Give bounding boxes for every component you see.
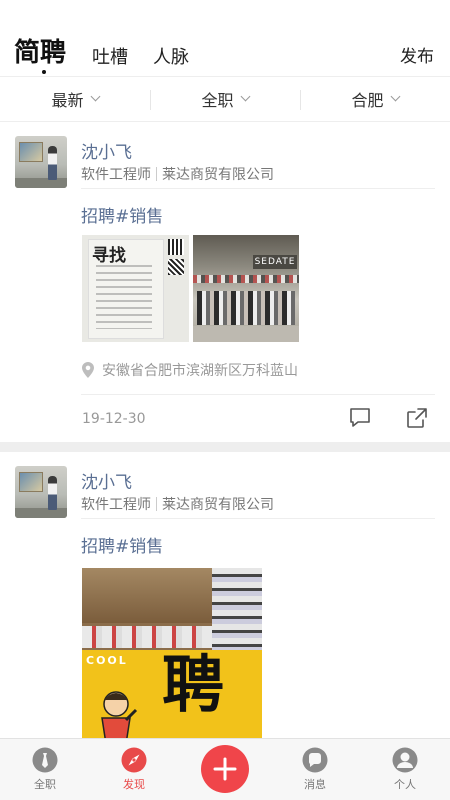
filter-city[interactable]: 合肥	[300, 77, 450, 121]
banner-big-char: 聘	[162, 648, 225, 721]
location: 安徽省合肥市滨湖新区万科蓝山	[82, 360, 298, 380]
tie-icon	[32, 747, 58, 773]
nav-profile[interactable]: 个人	[375, 747, 435, 792]
divider	[81, 394, 435, 395]
cartoon-figure-icon	[101, 691, 138, 738]
author-role: 软件工程师	[81, 497, 151, 513]
nav-messages-label: 消息	[304, 778, 326, 791]
location-pin-icon	[82, 362, 94, 378]
active-tab-indicator	[42, 70, 46, 74]
nav-fulltime[interactable]: 全职	[15, 747, 75, 792]
author-company: 莱达商贸有限公司	[162, 167, 274, 183]
divider	[81, 188, 435, 189]
plus-icon	[213, 757, 237, 781]
compass-icon	[121, 747, 147, 773]
add-post-button[interactable]	[201, 745, 249, 793]
share-icon[interactable]	[405, 406, 429, 430]
filter-sort-label: 最新	[51, 91, 84, 110]
post-image[interactable]: 寻找	[82, 235, 189, 342]
top-header: 简聘 吐槽 人脉 发布	[0, 0, 450, 76]
comment-icon[interactable]	[348, 406, 372, 430]
nav-messages[interactable]: 消息	[285, 747, 345, 792]
chevron-down-icon	[90, 91, 100, 102]
post-title[interactable]: 招聘#销售	[81, 532, 163, 557]
filter-job-type[interactable]: 全职	[150, 77, 300, 121]
tab-renmai[interactable]: 人脉	[153, 46, 189, 70]
post-separator	[0, 442, 450, 452]
nav-discover-label: 发现	[123, 778, 145, 791]
poster-text: 寻找	[92, 246, 126, 266]
author-name[interactable]: 沈小飞	[81, 138, 132, 163]
divider	[156, 167, 157, 181]
avatar[interactable]	[15, 136, 67, 188]
user-icon	[392, 747, 418, 773]
author-info: 软件工程师 莱达商贸有限公司	[81, 164, 274, 184]
post-image[interactable]: COOL 聘	[82, 568, 262, 738]
avatar[interactable]	[15, 466, 67, 518]
post-card[interactable]: 沈小飞 软件工程师 莱达商贸有限公司 招聘#销售 寻找 SEDATE 安徽省合肥…	[0, 122, 450, 442]
nav-discover[interactable]: 发现	[104, 747, 164, 792]
post-title[interactable]: 招聘#销售	[81, 202, 163, 227]
author-company: 莱达商贸有限公司	[162, 497, 274, 513]
filter-bar: 最新 全职 合肥	[0, 76, 450, 122]
filter-job-type-label: 全职	[201, 91, 234, 110]
tab-tucao[interactable]: 吐槽	[92, 46, 128, 70]
post-date: 19-12-30	[82, 411, 146, 427]
publish-button[interactable]: 发布	[400, 42, 434, 67]
bottom-navigation: 全职 发现 消息 个人	[0, 738, 450, 800]
nav-profile-label: 个人	[394, 778, 416, 791]
divider	[81, 518, 435, 519]
tab-jianpin[interactable]: 简聘	[14, 38, 66, 68]
chevron-down-icon	[240, 91, 250, 102]
divider	[156, 497, 157, 511]
post-card[interactable]: 沈小飞 软件工程师 莱达商贸有限公司 招聘#销售 COOL 聘	[0, 452, 450, 738]
filter-city-label: 合肥	[351, 91, 384, 110]
store-sign-text: SEDATE	[253, 255, 297, 269]
message-icon	[302, 747, 328, 773]
nav-fulltime-label: 全职	[34, 778, 56, 791]
filter-sort[interactable]: 最新	[0, 77, 150, 121]
post-image[interactable]: SEDATE	[193, 235, 299, 342]
author-role: 软件工程师	[81, 167, 151, 183]
banner-text: COOL	[86, 654, 128, 667]
author-info: 软件工程师 莱达商贸有限公司	[81, 494, 274, 514]
location-text: 安徽省合肥市滨湖新区万科蓝山	[102, 363, 298, 379]
post-feed[interactable]: 沈小飞 软件工程师 莱达商贸有限公司 招聘#销售 寻找 SEDATE 安徽省合肥…	[0, 122, 450, 738]
chevron-down-icon	[390, 91, 400, 102]
author-name[interactable]: 沈小飞	[81, 468, 132, 493]
